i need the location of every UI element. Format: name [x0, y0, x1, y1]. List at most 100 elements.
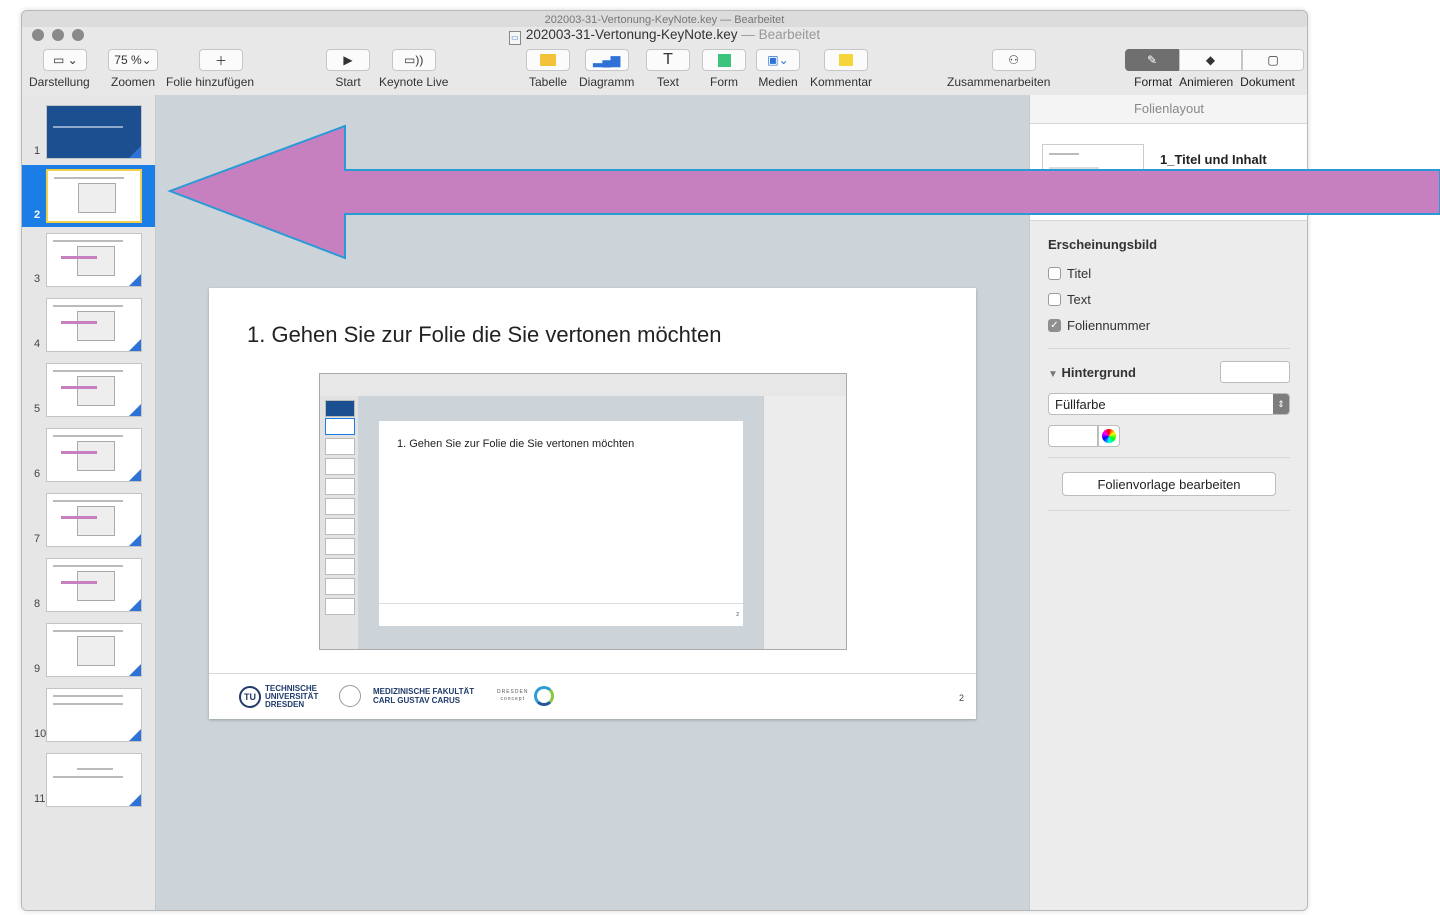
collaborate-control[interactable]: ⚇ Zusammenarbeiten	[947, 49, 1050, 89]
slide-thumbnail[interactable]	[46, 105, 142, 159]
color-well[interactable]	[1048, 425, 1098, 447]
comment-control[interactable]: Kommentar	[810, 49, 872, 89]
keynote-live-button[interactable]: ▭))	[391, 49, 436, 71]
text-control[interactable]: T Text	[646, 49, 690, 89]
thumb-corner	[129, 664, 141, 676]
divider	[1048, 457, 1290, 458]
background-color-swatch[interactable]	[1220, 361, 1290, 383]
thumb-screenshot	[77, 311, 115, 341]
slide-thumbnail[interactable]	[46, 428, 142, 482]
title-checkbox[interactable]	[1048, 266, 1061, 280]
slide-page-number: 2	[958, 693, 964, 703]
add-slide-control[interactable]: ＋ Folie hinzufügen	[166, 49, 254, 89]
thumb-line	[53, 240, 123, 242]
thumb-arrow	[61, 256, 97, 259]
thumb-line	[77, 768, 113, 770]
thumb-line	[53, 126, 123, 128]
thumb-screenshot	[77, 376, 115, 406]
thumb-screenshot	[77, 506, 115, 536]
shape-label: Form	[710, 75, 738, 89]
slide-canvas: 1. Gehen Sie zur Folie die Sie vertonen …	[156, 95, 1029, 910]
dc-logo-text: DRESDEN concept	[497, 689, 528, 703]
thumb-screenshot	[77, 246, 115, 276]
thumb-corner	[129, 339, 141, 351]
thumb-arrow	[61, 386, 97, 389]
background-header[interactable]: ▼ Hintergrund	[1048, 359, 1290, 385]
color-wheel-button[interactable]	[1098, 425, 1120, 447]
slide-thumbnail[interactable]	[46, 623, 142, 677]
document-tab-button[interactable]: ▢	[1242, 49, 1304, 71]
slide-thumbnail-row[interactable]: 4	[22, 294, 155, 356]
slide-thumbnail-row[interactable]: 8	[22, 554, 155, 616]
slide-thumbnail-row[interactable]: 9	[22, 619, 155, 681]
slide-number-checkbox[interactable]: ✓	[1048, 318, 1061, 332]
slide-number-checkbox-row[interactable]: ✓ Foliennummer	[1048, 312, 1290, 338]
slide-number: 5	[34, 403, 41, 415]
table-button[interactable]	[526, 49, 570, 71]
thumb-corner	[129, 469, 141, 481]
table-icon	[540, 54, 556, 66]
slide-thumbnail-row[interactable]: 10	[22, 684, 155, 746]
slide-thumbnail-row[interactable]: 11	[22, 749, 155, 811]
slide-screenshot-image[interactable]: 1. Gehen Sie zur Folie die Sie vertonen …	[319, 373, 847, 650]
text-checkbox[interactable]	[1048, 292, 1061, 306]
slide-thumbnail[interactable]	[46, 169, 142, 223]
screenshot-navigator	[320, 396, 359, 649]
title-checkbox-row[interactable]: Titel	[1048, 260, 1290, 286]
seal-icon	[339, 685, 361, 707]
chart-control[interactable]: ▂▄▆ Diagramm	[579, 49, 634, 89]
zoom-control[interactable]: 75 % ⌄ Zoomen	[108, 49, 158, 89]
view-button[interactable]: ▭ ⌄	[43, 49, 88, 71]
animate-tab-button[interactable]: ◆	[1179, 49, 1242, 71]
plus-icon: ＋	[215, 53, 228, 68]
start-button[interactable]: ▶	[326, 49, 370, 71]
start-control[interactable]: ▶ Start	[326, 49, 370, 89]
chart-button[interactable]: ▂▄▆	[584, 49, 629, 71]
comment-button[interactable]	[824, 49, 869, 71]
layout-thumb-line	[1049, 153, 1079, 155]
fill-type-select[interactable]: Füllfarbe ⇕	[1048, 393, 1290, 415]
checkmark-icon: ✓	[1050, 319, 1059, 331]
slide-thumbnail[interactable]	[46, 363, 142, 417]
slide-thumbnail[interactable]	[46, 298, 142, 352]
slide-thumbnail-row[interactable]: 1	[22, 101, 155, 163]
format-tab-button[interactable]: ✎	[1125, 49, 1179, 71]
layout-thumbnail[interactable]	[1042, 144, 1144, 200]
slide-thumbnail[interactable]	[46, 688, 142, 742]
add-slide-button[interactable]: ＋	[199, 49, 244, 71]
slide-thumbnail-row-selected[interactable]: 2	[22, 165, 155, 227]
screenshot-thumb	[325, 518, 355, 535]
medical-faculty-logo: MEDIZINISCHE FAKULTÄT CARL GUSTAV CARUS	[339, 685, 474, 707]
shape-button[interactable]	[702, 49, 746, 71]
slide-title[interactable]: 1. Gehen Sie zur Folie die Sie vertonen …	[247, 322, 722, 348]
slide-thumbnail[interactable]	[46, 233, 142, 287]
slide-layout-box[interactable]: 1_Titel und Inhalt	[1030, 124, 1307, 221]
screenshot-thumb	[325, 538, 355, 555]
slide-thumbnail[interactable]	[46, 753, 142, 807]
current-slide[interactable]: 1. Gehen Sie zur Folie die Sie vertonen …	[209, 288, 976, 719]
collaborate-button[interactable]: ⚇	[991, 49, 1036, 71]
slide-thumbnail[interactable]	[46, 558, 142, 612]
thumb-line	[53, 703, 123, 705]
slide-thumbnail[interactable]	[46, 493, 142, 547]
text-button[interactable]: T	[646, 49, 690, 71]
slide-thumbnail-row[interactable]: 6	[22, 424, 155, 486]
slide-thumbnail-row[interactable]: 7	[22, 489, 155, 551]
slide-thumbnail-row[interactable]: 3	[22, 229, 155, 291]
view-control[interactable]: ▭ ⌄ Darstellung	[29, 49, 90, 89]
edit-master-slide-button[interactable]: Folienvorlage bearbeiten	[1062, 472, 1276, 496]
zoom-select[interactable]: 75 % ⌄	[108, 49, 158, 71]
comment-icon	[839, 54, 854, 66]
slide-thumbnail-row[interactable]: 5	[22, 359, 155, 421]
image-icon: ▣⌄	[767, 53, 789, 67]
keynote-live-control[interactable]: ▭)) Keynote Live	[379, 49, 448, 89]
diamond-icon: ◆	[1205, 53, 1216, 67]
text-checkbox-row[interactable]: Text	[1048, 286, 1290, 312]
disclosure-triangle-icon[interactable]: ▼	[1048, 369, 1058, 380]
slide-number-checkbox-label: Foliennummer	[1067, 317, 1151, 333]
media-control[interactable]: ▣⌄ Medien	[756, 49, 800, 89]
table-control[interactable]: Tabelle	[526, 49, 570, 89]
shape-control[interactable]: Form	[702, 49, 746, 89]
media-button[interactable]: ▣⌄	[756, 49, 800, 71]
thumb-line	[53, 305, 123, 307]
